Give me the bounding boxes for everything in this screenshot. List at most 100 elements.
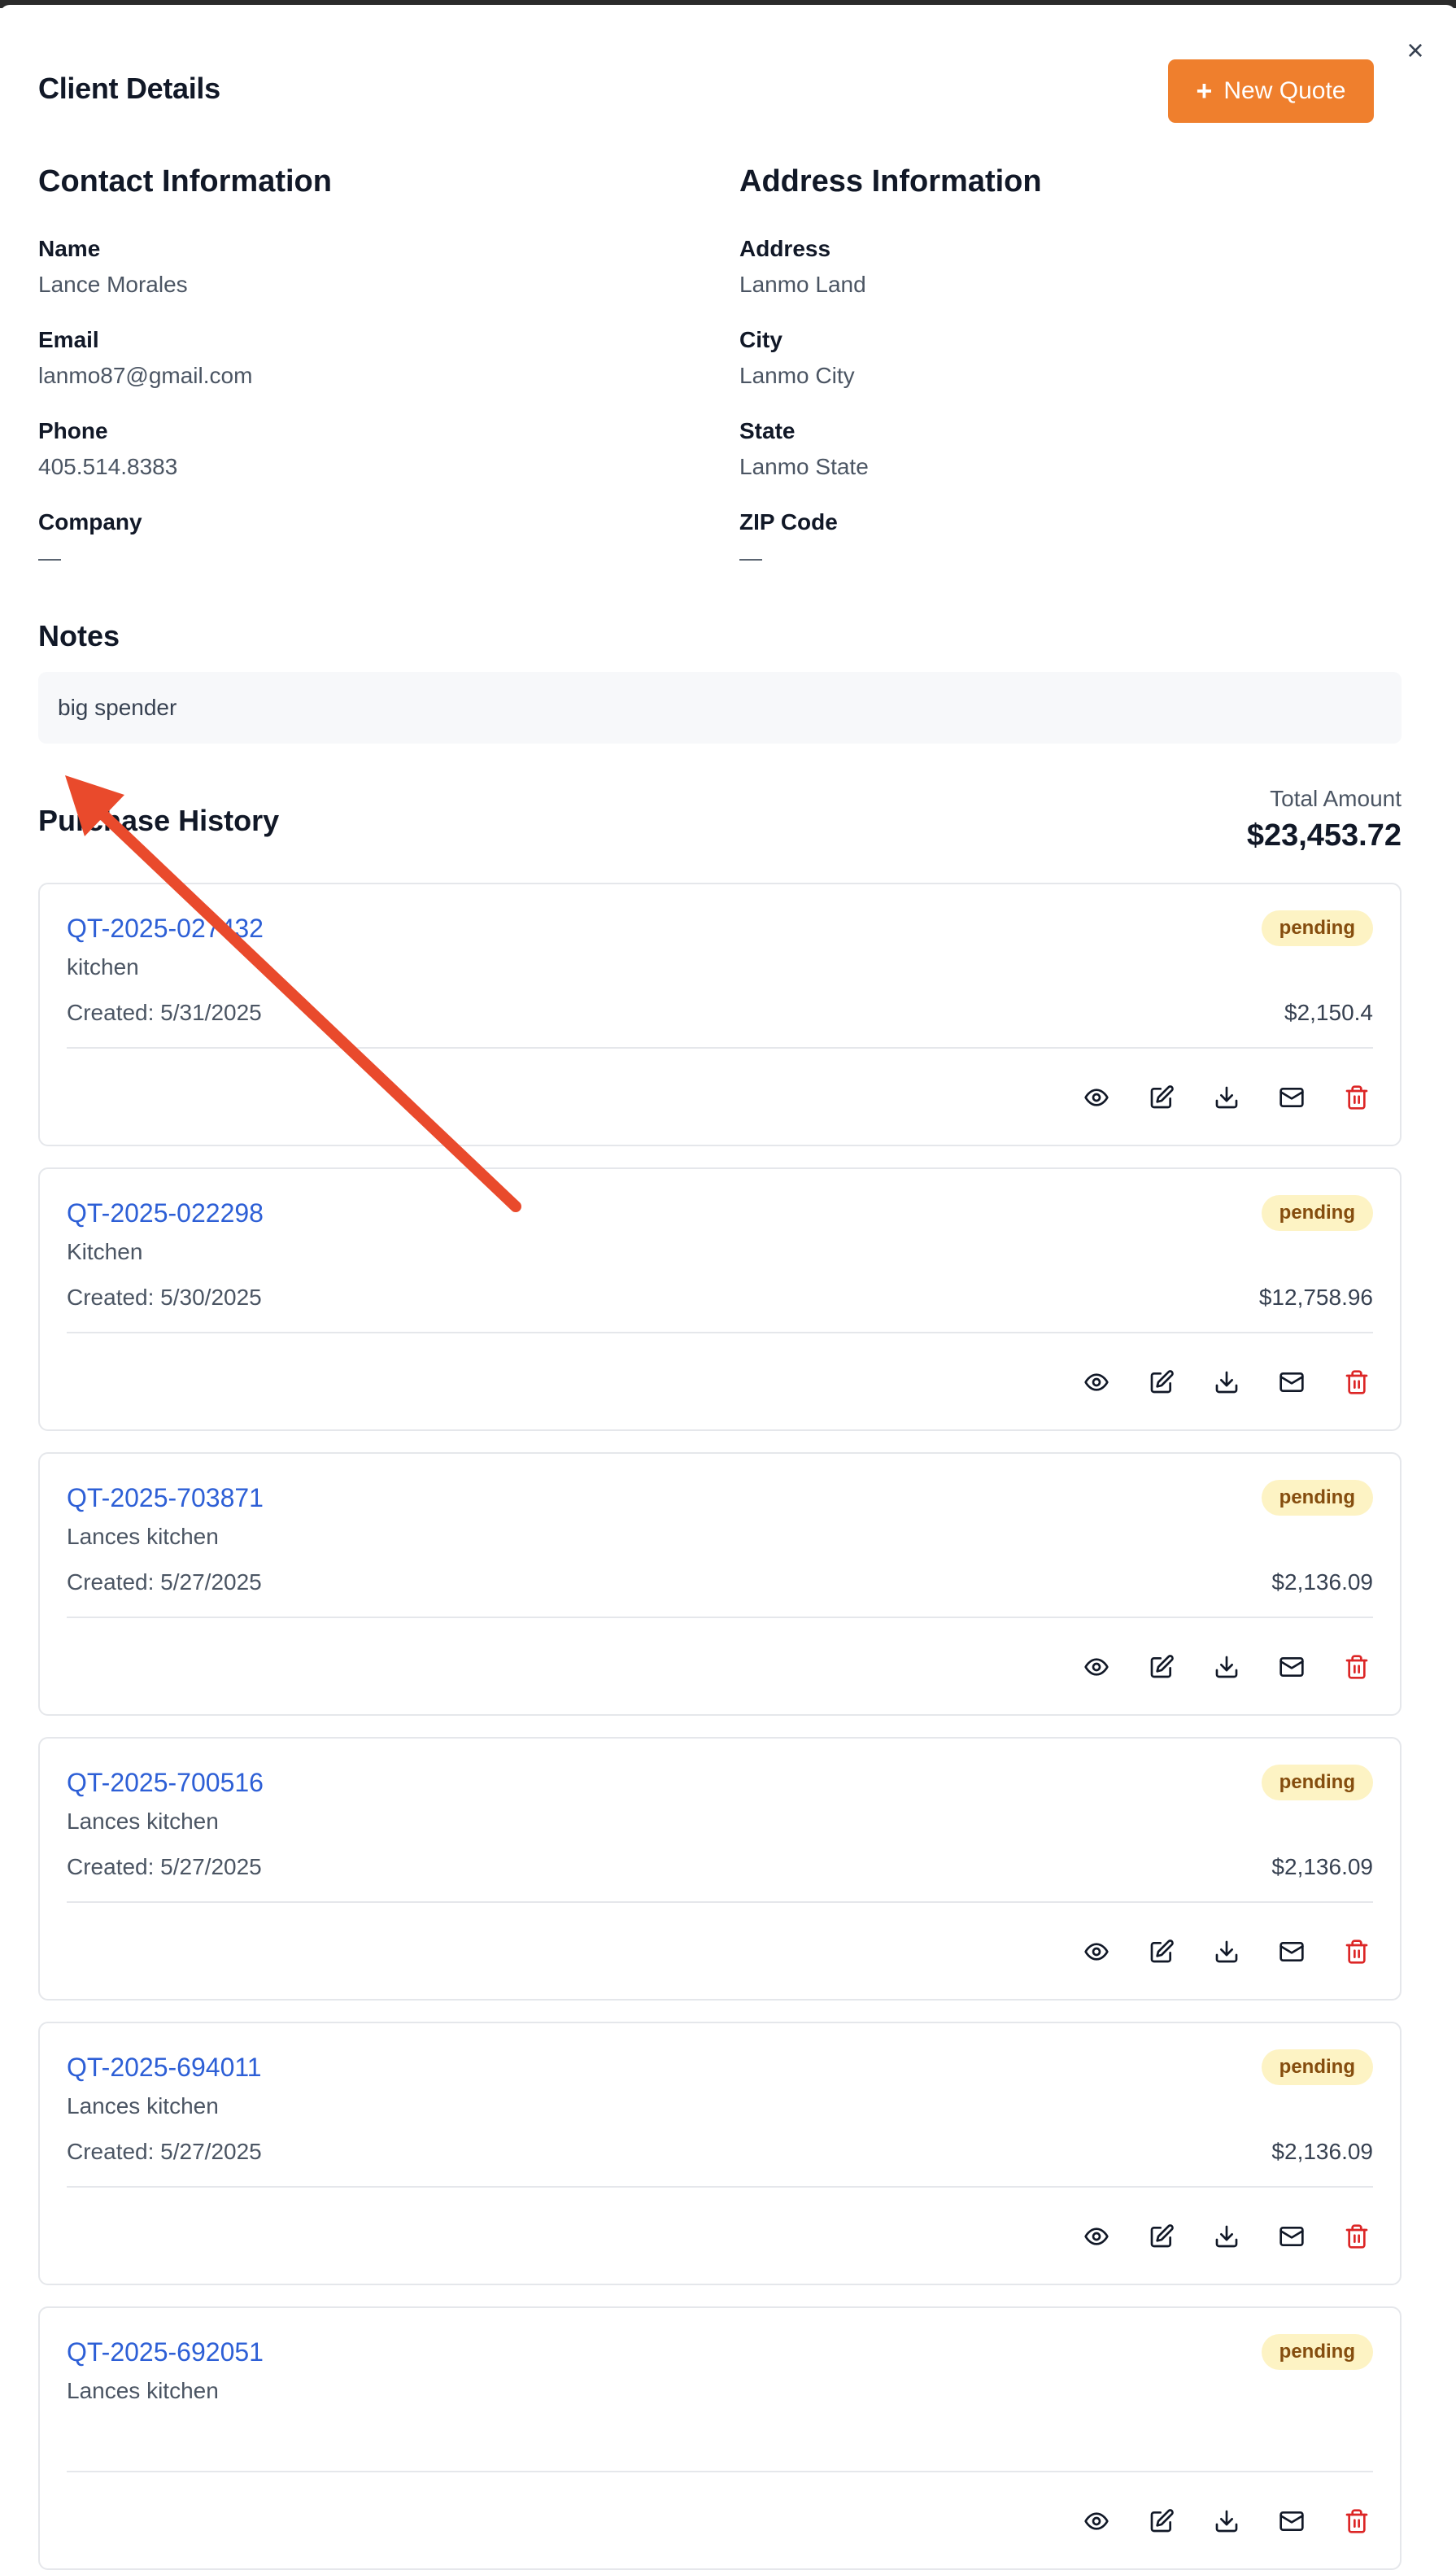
email-quote-button[interactable]	[1275, 1651, 1308, 1683]
quote-id-link[interactable]: QT-2025-027432	[67, 914, 264, 944]
quote-created-date: Created: 5/27/2025	[67, 1854, 262, 1879]
quote-id-link[interactable]: QT-2025-022298	[67, 1198, 264, 1228]
company-value: —	[38, 545, 61, 570]
download-icon	[1214, 2223, 1240, 2249]
trash-icon	[1344, 1084, 1370, 1110]
eye-icon	[1083, 1084, 1109, 1110]
card-divider	[67, 1332, 1373, 1333]
email-quote-button[interactable]	[1275, 1366, 1308, 1398]
status-badge: pending	[1261, 1195, 1373, 1231]
download-quote-button[interactable]	[1210, 1081, 1243, 1114]
trash-icon	[1344, 2508, 1370, 2534]
quote-description: Kitchen	[67, 1239, 143, 1264]
delete-quote-button[interactable]	[1340, 2220, 1373, 2253]
notes-heading: Notes	[38, 619, 120, 652]
email-quote-button[interactable]	[1275, 2505, 1308, 2537]
download-icon	[1214, 2508, 1240, 2534]
notes-text: big spender	[58, 695, 177, 720]
notes-box: big spender	[38, 672, 1402, 744]
download-icon	[1214, 1369, 1240, 1395]
quote-amount: $2,136.09	[1271, 2139, 1373, 2164]
address-value: Lanmo Land	[739, 272, 866, 297]
address-heading: Address Information	[739, 164, 1042, 199]
new-quote-button[interactable]: + New Quote	[1168, 59, 1374, 123]
download-icon	[1214, 1939, 1240, 1965]
view-quote-button[interactable]	[1080, 1935, 1113, 1968]
trash-icon	[1344, 1654, 1370, 1680]
edit-icon	[1149, 1654, 1175, 1680]
download-quote-button[interactable]	[1210, 2505, 1243, 2537]
quote-card: QT-2025-022298 pending Kitchen Created: 5/3…	[38, 1167, 1402, 1431]
edit-quote-button[interactable]	[1145, 1935, 1178, 1968]
quote-id-link[interactable]: QT-2025-692051	[67, 2337, 264, 2367]
quote-created-date: Created: 5/27/2025	[67, 1569, 262, 1595]
quote-id-link[interactable]: QT-2025-700516	[67, 1768, 264, 1798]
status-badge: pending	[1261, 1480, 1373, 1516]
eye-icon	[1083, 2508, 1109, 2534]
edit-icon	[1149, 1939, 1175, 1965]
view-quote-button[interactable]	[1080, 1366, 1113, 1398]
eye-icon	[1083, 2223, 1109, 2249]
quote-description: kitchen	[67, 954, 139, 980]
card-divider	[67, 1047, 1373, 1049]
mail-icon	[1279, 1084, 1305, 1110]
status-badge: pending	[1261, 2049, 1373, 2085]
quote-created-date: Created: 5/31/2025	[67, 1000, 262, 1025]
delete-quote-button[interactable]	[1340, 2505, 1373, 2537]
status-badge: pending	[1261, 1765, 1373, 1800]
email-quote-button[interactable]	[1275, 1935, 1308, 1968]
mail-icon	[1279, 2508, 1305, 2534]
city-label: City	[739, 327, 782, 352]
state-label: State	[739, 418, 796, 443]
mail-icon	[1279, 2223, 1305, 2249]
eye-icon	[1083, 1654, 1109, 1680]
phone-label: Phone	[38, 418, 108, 443]
quote-actions	[1080, 2505, 1373, 2537]
edit-quote-button[interactable]	[1145, 1651, 1178, 1683]
email-quote-button[interactable]	[1275, 1081, 1308, 1114]
quote-card: QT-2025-703871 pending Lances kitchen Creat…	[38, 1452, 1402, 1716]
quote-actions	[1080, 1935, 1373, 1968]
delete-quote-button[interactable]	[1340, 1081, 1373, 1114]
quote-description: Lances kitchen	[67, 1809, 219, 1834]
delete-quote-button[interactable]	[1340, 1935, 1373, 1968]
quote-id-link[interactable]: QT-2025-694011	[67, 2053, 262, 2083]
quote-amount: $2,150.4	[1284, 1000, 1373, 1025]
email-quote-button[interactable]	[1275, 2220, 1308, 2253]
quote-actions	[1080, 1366, 1373, 1398]
delete-quote-button[interactable]	[1340, 1366, 1373, 1398]
download-quote-button[interactable]	[1210, 1935, 1243, 1968]
edit-quote-button[interactable]	[1145, 2220, 1178, 2253]
edit-icon	[1149, 1084, 1175, 1110]
trash-icon	[1344, 1939, 1370, 1965]
quote-amount: $2,136.09	[1271, 1569, 1373, 1595]
client-details-modal: × Client Details + New Quote Contact Inf…	[0, 5, 1456, 2570]
download-quote-button[interactable]	[1210, 1651, 1243, 1683]
quote-description: Lances kitchen	[67, 1524, 219, 1549]
view-quote-button[interactable]	[1080, 1651, 1113, 1683]
quote-created-date: Created: 5/27/2025	[67, 2139, 262, 2164]
download-quote-button[interactable]	[1210, 2220, 1243, 2253]
view-quote-button[interactable]	[1080, 1081, 1113, 1114]
quote-actions	[1080, 1081, 1373, 1114]
quote-created-date: Created: 5/30/2025	[67, 1285, 262, 1310]
download-quote-button[interactable]	[1210, 1366, 1243, 1398]
edit-quote-button[interactable]	[1145, 1081, 1178, 1114]
contact-heading: Contact Information	[38, 164, 332, 199]
card-divider	[67, 1617, 1373, 1618]
edit-icon	[1149, 1369, 1175, 1395]
edit-quote-button[interactable]	[1145, 2505, 1178, 2537]
quote-actions	[1080, 1651, 1373, 1683]
view-quote-button[interactable]	[1080, 2220, 1113, 2253]
state-value: Lanmo State	[739, 454, 869, 479]
quote-id-link[interactable]: QT-2025-703871	[67, 1483, 264, 1513]
quote-actions	[1080, 2220, 1373, 2253]
edit-quote-button[interactable]	[1145, 1366, 1178, 1398]
quote-description: Lances kitchen	[67, 2378, 219, 2403]
zip-label: ZIP Code	[739, 509, 838, 535]
view-quote-button[interactable]	[1080, 2505, 1113, 2537]
delete-quote-button[interactable]	[1340, 1651, 1373, 1683]
total-amount-label: Total Amount	[1270, 786, 1402, 811]
purchase-history-heading: Purchase History	[38, 804, 280, 837]
close-icon[interactable]: ×	[1401, 36, 1430, 65]
